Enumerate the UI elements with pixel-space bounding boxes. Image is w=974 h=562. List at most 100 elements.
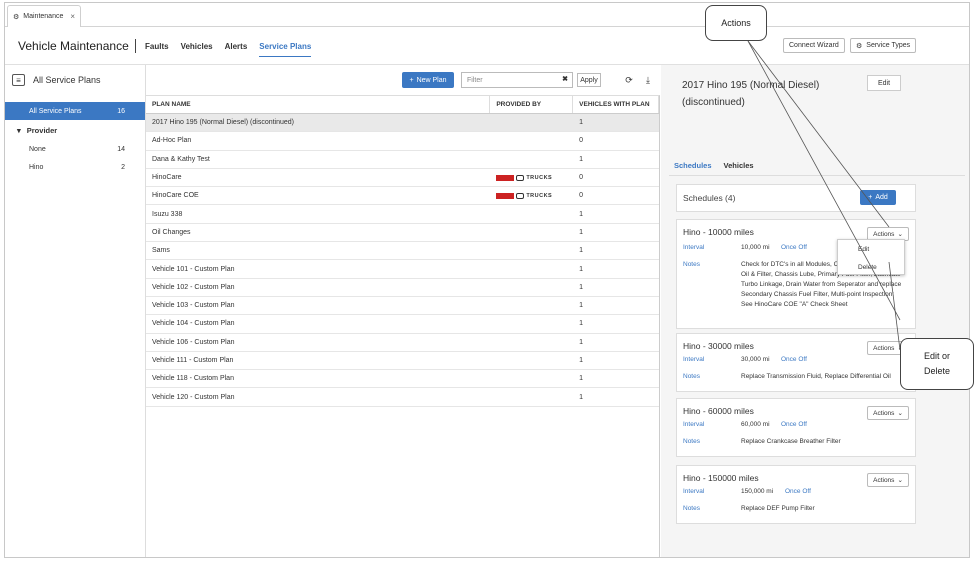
vehicle-count-cell: 1 bbox=[579, 320, 584, 328]
plus-icon: + bbox=[868, 194, 873, 201]
nav-alerts[interactable]: Alerts bbox=[225, 42, 248, 57]
plan-detail-panel: 2017 Hino 195 (Normal Diesel) (discontin… bbox=[661, 65, 969, 557]
menu-item-edit[interactable]: Edit bbox=[838, 240, 904, 258]
connect-wizard-label: Connect Wizard bbox=[789, 42, 839, 49]
table-row[interactable]: Vehicle 103 - Custom Plan 1 bbox=[146, 297, 659, 316]
vehicle-count-cell: 1 bbox=[579, 302, 584, 310]
table-row[interactable]: Dana & Kathy Test 1 bbox=[146, 151, 659, 169]
table-row[interactable]: Vehicle 104 - Custom Plan 1 bbox=[146, 315, 659, 334]
edit-plan-button[interactable]: Edit bbox=[867, 75, 901, 91]
vehicle-count-cell: 1 bbox=[579, 283, 584, 291]
logo-text: TRUCKS bbox=[526, 174, 553, 181]
column-vehicles-with-plan[interactable]: VEHICLES WITH PLAN bbox=[573, 96, 659, 113]
plan-name-cell: Vehicle 120 - Custom Plan bbox=[152, 393, 235, 401]
plan-name-cell: Oil Changes bbox=[152, 228, 191, 236]
table-row[interactable]: HinoCare COE TRUCKS 0 bbox=[146, 187, 659, 206]
add-schedule-button[interactable]: + Add bbox=[860, 190, 896, 205]
filter-input[interactable]: Filter ✖ bbox=[461, 72, 573, 88]
vehicle-count-cell: 0 bbox=[579, 137, 584, 145]
notes-value: Replace DEF Pump Filter bbox=[741, 505, 815, 512]
table-row[interactable]: Sams 1 bbox=[146, 242, 659, 261]
sidebar-item-count: 16 bbox=[117, 107, 125, 115]
schedules-count-label: Schedules (4) bbox=[683, 193, 736, 203]
column-provided-by[interactable]: PROVIDED BY bbox=[490, 96, 574, 113]
table-row[interactable]: Vehicle 118 - Custom Plan 1 bbox=[146, 370, 659, 389]
column-plan-name[interactable]: PLAN NAME bbox=[146, 96, 491, 113]
menu-item-delete[interactable]: Delete bbox=[838, 258, 904, 276]
sidebar-item-all-plans[interactable]: All Service Plans 16 bbox=[5, 102, 145, 120]
logo-text: TRUCKS bbox=[526, 192, 553, 199]
provided-by-cell bbox=[490, 205, 573, 222]
browser-tab[interactable]: ⚙ Maintenance × bbox=[7, 5, 81, 27]
interval-label: Interval bbox=[683, 244, 705, 251]
new-plan-button[interactable]: + New Plan bbox=[402, 72, 454, 88]
table-header: PLAN NAME PROVIDED BY VEHICLES WITH PLAN bbox=[146, 96, 659, 114]
actions-label: Actions bbox=[873, 344, 895, 352]
close-icon[interactable]: × bbox=[70, 12, 75, 21]
callout-edit-delete: Edit or Delete bbox=[900, 338, 974, 390]
vehicle-count-cell: 1 bbox=[579, 265, 584, 273]
notes-value: Replace Crankcase Breather Filter bbox=[741, 438, 841, 445]
table-row[interactable]: Vehicle 102 - Custom Plan 1 bbox=[146, 279, 659, 297]
table-row[interactable]: Vehicle 120 - Custom Plan 1 bbox=[146, 388, 659, 407]
provider-group-toggle[interactable]: ▾ Provider bbox=[17, 126, 57, 135]
actions-dropdown-button[interactable]: Actions⌄ bbox=[867, 406, 909, 420]
sidebar: All Service Plans 16 ▾ Provider None 14 … bbox=[5, 65, 146, 557]
table-row[interactable]: Vehicle 111 - Custom Plan 1 bbox=[146, 352, 659, 371]
service-types-label: Service Types bbox=[866, 42, 911, 49]
table-body: 2017 Hino 195 (Normal Diesel) (discontin… bbox=[146, 114, 659, 407]
page-title: Vehicle Maintenance bbox=[18, 39, 129, 53]
table-row[interactable]: Isuzu 338 1 bbox=[146, 205, 659, 224]
plan-name-cell: Vehicle 103 - Custom Plan bbox=[152, 302, 235, 310]
sidebar-item-provider-none[interactable]: None 14 bbox=[5, 140, 145, 158]
provided-by-cell bbox=[490, 151, 573, 168]
notes-label: Notes bbox=[683, 373, 700, 380]
plan-name-cell: Ad-Hoc Plan bbox=[152, 137, 192, 145]
sidebar-item-provider-hino[interactable]: Hino 2 bbox=[5, 158, 145, 176]
chevron-down-icon: ⌄ bbox=[897, 231, 903, 238]
schedule-name: Hino - 60000 miles bbox=[683, 406, 754, 416]
interval-type: Once Off bbox=[785, 488, 811, 495]
provided-by-cell: TRUCKS bbox=[490, 169, 573, 186]
nav-faults[interactable]: Faults bbox=[145, 42, 169, 57]
provided-by-cell bbox=[490, 297, 573, 314]
actions-label: Actions bbox=[873, 409, 895, 417]
interval-value: 150,000 mi bbox=[741, 488, 774, 495]
schedule-card: Hino - 30000 miles Actions⌄ Interval 30,… bbox=[676, 333, 916, 392]
tab-vehicles[interactable]: Vehicles bbox=[724, 161, 754, 176]
provided-by-cell bbox=[490, 315, 573, 332]
table-row[interactable]: Ad-Hoc Plan 0 bbox=[146, 132, 659, 151]
plan-name-cell: Dana & Kathy Test bbox=[152, 155, 210, 163]
title-divider bbox=[135, 39, 136, 53]
detail-tabs: Schedules Vehicles bbox=[674, 161, 754, 176]
connect-wizard-button[interactable]: Connect Wizard bbox=[783, 38, 845, 53]
table-row[interactable]: 2017 Hino 195 (Normal Diesel) (discontin… bbox=[146, 114, 659, 133]
table-row[interactable]: Oil Changes 1 bbox=[146, 224, 659, 243]
hino-trucks-logo: TRUCKS bbox=[496, 192, 553, 199]
plan-name-cell: HinoCare bbox=[152, 174, 182, 182]
schedule-name: Hino - 150000 miles bbox=[683, 473, 759, 483]
plans-table: PLAN NAME PROVIDED BY VEHICLES WITH PLAN… bbox=[146, 95, 660, 557]
interval-type: Once Off bbox=[781, 244, 807, 251]
main-nav: Faults Vehicles Alerts Service Plans bbox=[145, 42, 312, 57]
download-icon[interactable]: ⤓ bbox=[642, 74, 654, 86]
notes-label: Notes bbox=[683, 438, 700, 445]
browser-tab-label: Maintenance bbox=[23, 13, 64, 20]
clear-icon[interactable]: ✖ bbox=[562, 75, 568, 83]
app-window: ⚙ Maintenance × Vehicle Maintenance Faul… bbox=[4, 2, 970, 558]
provided-by-cell bbox=[490, 132, 573, 149]
refresh-icon[interactable]: ⟳ bbox=[623, 74, 635, 86]
interval-label: Interval bbox=[683, 488, 705, 495]
nav-service-plans[interactable]: Service Plans bbox=[259, 42, 312, 57]
table-row[interactable]: Vehicle 101 - Custom Plan 1 bbox=[146, 260, 659, 279]
table-row[interactable]: HinoCare TRUCKS 0 bbox=[146, 169, 659, 188]
actions-dropdown-button[interactable]: Actions⌄ bbox=[867, 473, 909, 487]
provided-by-cell bbox=[490, 279, 573, 296]
nav-vehicles[interactable]: Vehicles bbox=[181, 42, 213, 57]
tab-schedules[interactable]: Schedules bbox=[674, 161, 712, 176]
sidebar-item-count: 14 bbox=[117, 145, 125, 153]
apply-button[interactable]: Apply bbox=[577, 73, 601, 87]
table-row[interactable]: Vehicle 106 - Custom Plan 1 bbox=[146, 334, 659, 352]
service-types-button[interactable]: ⚙ Service Types bbox=[850, 38, 917, 53]
provider-group-label: Provider bbox=[26, 126, 58, 135]
